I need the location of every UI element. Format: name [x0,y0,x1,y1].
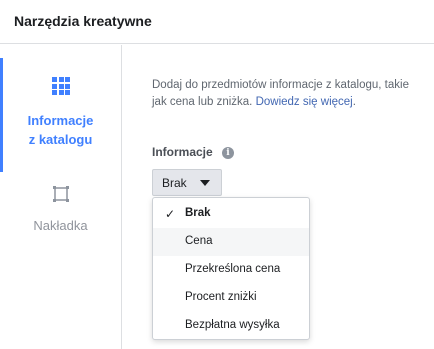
menu-item-none[interactable]: ✓ Brak [153,200,309,228]
menu-item-discount-percent[interactable]: Procent zniżki [153,284,309,312]
dropdown-menu: ✓ Brak Cena Przekreślona cena Procent zn… [152,197,310,340]
dropdown-value: Brak [162,176,187,190]
caret-down-icon [200,180,210,186]
nav-label-catalog-info: Informacje z katalogu [0,111,121,149]
nav-label-line1: Informacje [27,113,94,128]
menu-item-price[interactable]: Cena [153,228,309,256]
grid-icon [52,77,70,95]
panel-header: Narzędzia kreatywne [0,0,434,44]
content-panel: Dodaj do przedmiotów informacje z katalo… [122,45,434,349]
learn-more-link[interactable]: Dowiedz się więcej [256,96,353,108]
menu-item-label: Bezpłatna wysyłka [185,319,280,331]
menu-item-label: Brak [185,207,211,219]
checkmark-icon: ✓ [165,207,176,221]
nav-item-catalog-info[interactable]: Informacje z katalogu [0,58,121,172]
left-nav: Informacje z katalogu Nakładka [0,45,122,349]
nav-label-overlay: Nakładka [33,218,88,233]
nav-item-overlay[interactable]: Nakładka [0,182,121,242]
frame-icon [53,186,69,202]
field-label: Informacje [152,145,213,159]
menu-item-strikethrough-price[interactable]: Przekreślona cena [153,256,309,284]
nav-label-line2: z katalogu [28,132,93,147]
panel-title: Narzędzia kreatywne [14,13,152,29]
description-text: Dodaj do przedmiotów informacje z katalo… [152,77,422,111]
menu-item-label: Przekreślona cena [185,263,281,275]
menu-item-free-shipping[interactable]: Bezpłatna wysyłka [153,312,309,340]
menu-item-label: Cena [185,235,213,247]
learn-more-suffix: . [352,96,356,108]
info-dropdown-button[interactable]: Brak [152,169,222,196]
menu-item-label: Procent zniżki [185,291,257,303]
info-icon[interactable]: i [222,147,234,159]
